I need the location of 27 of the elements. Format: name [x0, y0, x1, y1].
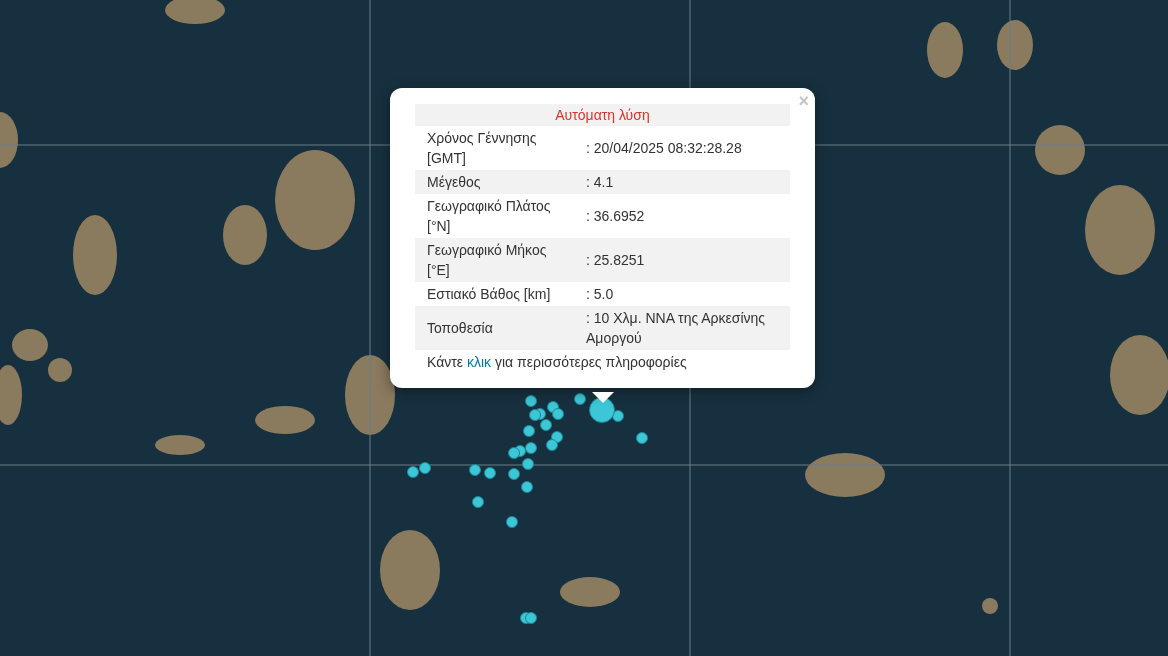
field-value: : 25.8251	[585, 251, 646, 270]
field-value: : 20/04/2025 08:32:28.28	[585, 139, 743, 158]
field-value: : 5.0	[585, 285, 615, 304]
field-value: : 4.1	[585, 173, 615, 192]
field-value: : 36.6952	[585, 207, 646, 226]
island-shape	[927, 22, 963, 78]
field-label: Χρόνος Γέννησης [GMT]	[426, 129, 538, 168]
island-shape	[255, 406, 315, 434]
field-label: Γεωγραφικό Μήκος [°E]	[426, 241, 548, 280]
island-shape	[997, 20, 1033, 70]
more-info-link[interactable]: κλικ	[466, 354, 492, 370]
field-label: Γεωγραφικό Πλάτος [°N]	[426, 197, 552, 236]
island-shape	[982, 598, 998, 614]
island-shape	[1035, 125, 1085, 175]
island-shape	[165, 0, 225, 24]
field-value: : 10 Χλμ. ΝΝΑ της Αρκεσίνης Αμοργού	[585, 309, 767, 348]
popup-tip-icon	[592, 392, 614, 403]
island-shape	[0, 112, 18, 168]
popup-title: Αυτόματη λύση	[415, 104, 790, 126]
island-shape	[560, 577, 620, 607]
island-shape	[223, 205, 267, 265]
field-label: Μέγεθος	[426, 173, 482, 192]
field-label: Τοποθεσία	[426, 319, 494, 338]
field-label: Εστιακό Βάθος [km]	[426, 285, 552, 304]
island-shape	[155, 435, 205, 455]
island-shape	[0, 365, 22, 425]
more-info-text: Κάντε κλικ για περισσότερες πληροφορίες	[427, 354, 688, 370]
